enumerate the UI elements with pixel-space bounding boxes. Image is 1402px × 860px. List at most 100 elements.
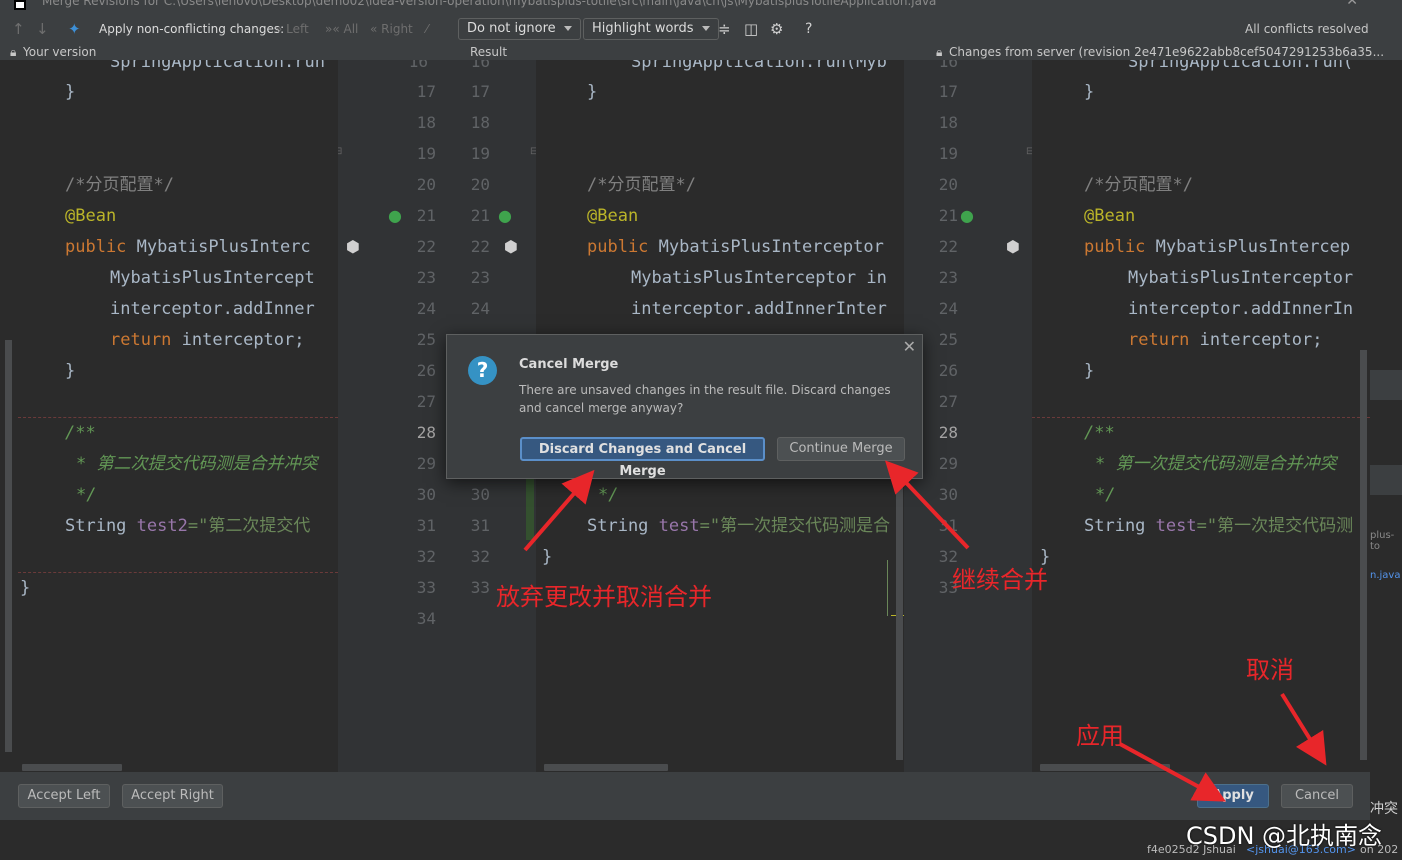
pane-header: 🔒︎ Your version Result 🔒︎ Changes from s… (0, 44, 1402, 60)
discard-and-cancel-button[interactable]: Discard Changes and Cancel Merge (520, 437, 765, 479)
spring-bean-icon[interactable]: ● (498, 206, 512, 225)
code-line: @Bean (65, 206, 117, 226)
continue-merge-button[interactable]: Continue Merge (777, 437, 905, 461)
code-line: } (542, 547, 553, 567)
next-change-arrow-icon[interactable]: ↓ (36, 14, 49, 44)
code-line: public MybatisPlusIntercep (1084, 237, 1351, 257)
right-editor-pane[interactable]: SpringApplication.run( } /*分页配置*/ @Bean … (1032, 60, 1370, 772)
apply-right-button[interactable]: « Right (370, 14, 413, 44)
code-line: SpringApplication.run(Myb (631, 60, 887, 72)
accept-right-button[interactable]: Accept Right (122, 784, 223, 808)
apply-right-label: Right (381, 22, 413, 36)
code-line: } (1084, 361, 1095, 381)
apply-nonconflicting-label: Apply non-conflicting changes: (99, 22, 285, 36)
code-line: public MybatisPlusInterc (65, 237, 311, 257)
right-gutter: 16 17 18 19 20 21 22 23 24 25 26 27 28 2… (904, 60, 1032, 772)
accept-left-button[interactable]: Accept Left (18, 784, 110, 808)
annotation-cancel: 取消 (1246, 656, 1294, 684)
close-icon[interactable]: ✕ (903, 337, 916, 356)
sync-scroll-icon[interactable]: ◫ (744, 14, 758, 44)
ignore-whitespace-select[interactable]: Do not ignore (458, 18, 581, 40)
code-line: } (587, 82, 598, 102)
prev-change-arrow-icon[interactable]: ↑ (12, 14, 25, 44)
code-line: MybatisPlusIntercept (110, 268, 315, 288)
code-line: return interceptor; (110, 330, 305, 350)
dialog-title: Cancel Merge (519, 357, 619, 372)
annotation-continue: 继续合并 (952, 566, 1048, 594)
help-button[interactable]: ? (805, 14, 812, 44)
code-line: MybatisPlusInterceptor in (631, 268, 887, 288)
window-titlebar: Merge Revisions for C:\Users\lenovo\Desk… (0, 0, 1402, 14)
code-line: /*分页配置*/ (65, 175, 174, 195)
background-conflict-label: 冲突 (1370, 801, 1398, 817)
code-line: } (65, 82, 76, 102)
result-hscrollbar[interactable] (544, 764, 668, 771)
code-line: SpringApplication.run( (1128, 60, 1354, 72)
apply-all-label: All (343, 22, 359, 36)
ignore-whitespace-value: Do not ignore (467, 21, 556, 36)
code-line: String test="第一次提交代码测 (1084, 516, 1354, 536)
code-line: */ (1095, 485, 1116, 505)
ide-background-strip: plus-to n.java 冲突 (1370, 60, 1402, 860)
code-line: interceptor.addInner (110, 299, 315, 319)
code-line: @Bean (1084, 206, 1136, 226)
left-editor-pane[interactable]: SpringApplication.run } /*分页配置*/ @Bean p… (0, 60, 338, 772)
mybatis-plugin-icon: ⬢ (504, 237, 518, 256)
merge-toolbar: ↑ ↓ ✦ Apply non-conflicting changes: » L… (0, 14, 1402, 44)
window-close-icon[interactable]: ✕ (1346, 0, 1358, 9)
mybatis-plugin-icon: ⬢ (346, 237, 360, 256)
code-line: @Bean (587, 206, 639, 226)
chevron-down-icon (563, 26, 572, 31)
code-line: SpringApplication.run (110, 60, 325, 72)
code-line: } (20, 578, 31, 598)
apply-left-label: Left (286, 22, 309, 36)
cancel-button[interactable]: Cancel (1281, 784, 1353, 808)
annotation-apply: 应用 (1076, 722, 1124, 750)
header-right-title: Changes from server (revision 2e471e9622… (949, 45, 1385, 59)
annotation-discard: 放弃更改并取消合并 (496, 583, 712, 611)
code-line: public MybatisPlusInterceptor (587, 237, 884, 257)
code-line: } (1084, 82, 1095, 102)
code-line: * 第一次提交代码测是合并冲突 (1095, 454, 1337, 474)
code-line: } (65, 361, 76, 381)
code-line: /** (1084, 423, 1115, 443)
code-line: interceptor.addInnerInter (631, 299, 887, 319)
code-line: * 第二次提交代码测是合并冲突 (76, 454, 318, 474)
code-line: */ (76, 485, 97, 505)
chevron-down-icon (701, 26, 710, 31)
code-line: String test="第一次提交代码测是合 (587, 516, 891, 536)
bottom-button-bar: Accept Left Accept Right Apply Cancel (0, 772, 1370, 820)
left-gutter: 16 17 18 19 20 21 22 23 24 25 26 27 28 2… (338, 60, 438, 772)
collapse-unchanged-icon[interactable]: ≑ (718, 14, 731, 44)
caret-line (887, 560, 888, 616)
highlight-select[interactable]: Highlight words (583, 18, 719, 40)
apply-left-button[interactable]: » Left (275, 14, 309, 44)
fold-marker-icon[interactable]: ⊟ (338, 146, 342, 157)
code-line: /*分页配置*/ (1084, 175, 1193, 195)
apply-all-button[interactable]: »« All (325, 14, 358, 44)
lock-icon: 🔒︎ (936, 45, 943, 59)
code-line: interceptor.addInnerIn (1128, 299, 1354, 319)
left-vscrollbar[interactable] (5, 340, 12, 752)
background-file-label: plus-to (1370, 530, 1395, 552)
apply-button[interactable]: Apply (1197, 784, 1269, 808)
wand-icon[interactable]: ⁄ (426, 14, 428, 44)
right-vscrollbar[interactable] (1360, 350, 1367, 760)
highlight-value: Highlight words (592, 21, 694, 36)
code-line: */ (598, 485, 619, 505)
code-line: MybatisPlusInterceptor (1128, 268, 1354, 288)
code-line: /*分页配置*/ (587, 175, 696, 195)
spring-bean-icon[interactable]: ● (960, 206, 974, 225)
mybatis-plugin-icon: ⬢ (1006, 237, 1020, 256)
gear-icon[interactable]: ⚙ (770, 14, 783, 44)
code-line: /** (65, 423, 96, 443)
spring-bean-icon[interactable]: ● (388, 206, 402, 225)
header-left-title: Your version (23, 45, 97, 59)
cancel-merge-dialog: ? Cancel Merge There are unsaved changes… (446, 334, 923, 479)
left-hscrollbar[interactable] (22, 764, 122, 771)
magic-resolve-icon[interactable]: ✦ (68, 14, 81, 44)
code-line: return interceptor; (1128, 330, 1323, 350)
intellij-logo-icon (14, 0, 26, 10)
conflicts-status: All conflicts resolved (1245, 22, 1369, 36)
right-hscrollbar[interactable] (1040, 764, 1170, 771)
